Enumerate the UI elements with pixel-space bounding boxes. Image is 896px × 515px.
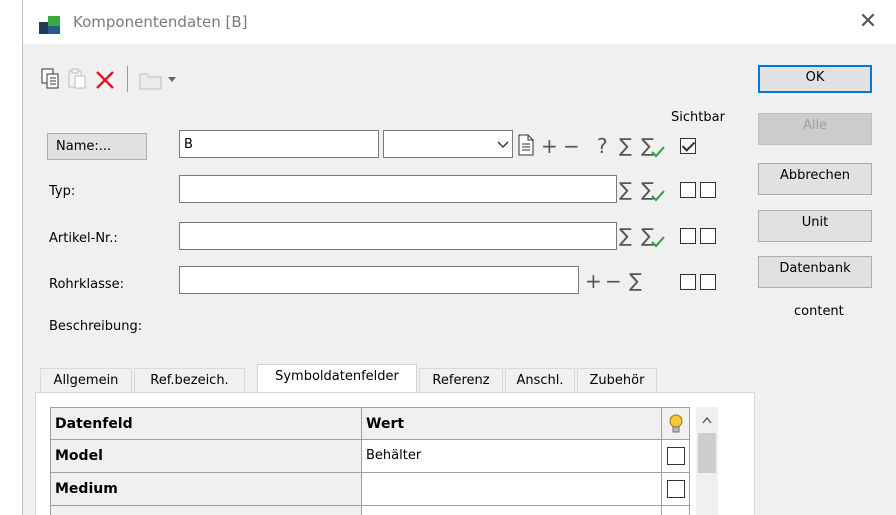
green-check-icon xyxy=(651,236,665,248)
tab-referenz[interactable]: Referenz xyxy=(419,368,503,394)
typ-input[interactable] xyxy=(179,175,617,203)
ok-button[interactable]: OK xyxy=(758,65,872,93)
table-row-check-cell xyxy=(662,440,690,473)
row-checkbox[interactable] xyxy=(667,480,685,498)
datenbank-button[interactable]: Datenbank xyxy=(758,256,872,288)
document-icon[interactable] xyxy=(517,134,535,156)
rohrklasse-label: Rohrklasse: xyxy=(49,277,125,292)
name-combo[interactable] xyxy=(383,130,513,158)
tab-zubehoer[interactable]: Zubehör xyxy=(577,368,657,394)
table-row-value[interactable] xyxy=(362,506,662,515)
app-logo-icon xyxy=(39,16,60,34)
name-button[interactable]: Name:... xyxy=(47,133,147,160)
chevron-down-icon[interactable] xyxy=(497,141,509,149)
tab-anschl[interactable]: Anschl. xyxy=(505,368,575,394)
sigma-icon[interactable]: ∑ xyxy=(619,226,632,246)
typ-label: Typ: xyxy=(49,184,76,199)
table-row-value[interactable] xyxy=(362,473,662,506)
name-input[interactable]: B xyxy=(179,130,379,158)
dialog-window: Komponentendaten [B] ✕ OK Alle Abbrechen… xyxy=(22,0,896,515)
rohrklasse-input[interactable] xyxy=(179,266,579,294)
green-check-icon xyxy=(651,146,665,158)
rohrklasse-extra-checkbox[interactable] xyxy=(700,274,716,290)
toolbar-separator xyxy=(127,66,128,92)
table-row-check-cell xyxy=(662,506,690,515)
lightbulb-icon xyxy=(669,414,683,433)
minus-icon[interactable]: − xyxy=(563,136,580,156)
abbrechen-button[interactable]: Abbrechen xyxy=(758,163,872,195)
table-row-field: Medium xyxy=(50,473,362,506)
tab-allgemein[interactable]: Allgemein xyxy=(40,368,132,394)
artikel-sichtbar-checkbox[interactable] xyxy=(680,228,696,244)
minus-icon[interactable]: − xyxy=(605,271,622,291)
delete-icon[interactable] xyxy=(95,70,115,90)
artikel-extra-checkbox[interactable] xyxy=(700,228,716,244)
tab-symboldatenfelder[interactable]: Symboldatenfelder xyxy=(257,364,417,394)
sigma-icon[interactable]: ∑ xyxy=(619,136,632,156)
table-row-value[interactable]: Behälter xyxy=(362,440,662,473)
beschreibung-label: Beschreibung: xyxy=(49,319,143,334)
tab-ref-bezeich[interactable]: Ref.bezeich. xyxy=(134,368,245,394)
content-label: content xyxy=(794,304,844,319)
chevron-down-icon[interactable] xyxy=(167,76,177,84)
table-row-check-cell xyxy=(662,473,690,506)
column-header-datenfeld[interactable]: Datenfeld xyxy=(50,407,362,440)
sichtbar-label: Sichtbar xyxy=(671,110,725,125)
paste-icon xyxy=(68,68,86,89)
column-header-light xyxy=(662,407,690,440)
table-row-field xyxy=(50,506,362,515)
unit-button[interactable]: Unit xyxy=(758,210,872,242)
plus-icon[interactable]: + xyxy=(541,136,558,156)
green-check-icon xyxy=(651,190,665,202)
sigma-icon[interactable]: ∑ xyxy=(629,271,642,291)
alle-button: Alle xyxy=(758,113,872,145)
chevron-up-icon[interactable] xyxy=(702,417,712,424)
tab-panel: Datenfeld Wert Model Behälter Medium xyxy=(35,392,755,515)
sigma-icon[interactable]: ∑ xyxy=(619,180,632,200)
name-sichtbar-checkbox[interactable] xyxy=(680,138,696,154)
artikel-label: Artikel-Nr.: xyxy=(49,231,118,246)
artikel-input[interactable] xyxy=(179,222,617,250)
close-icon[interactable]: ✕ xyxy=(856,10,880,34)
vertical-scrollbar[interactable] xyxy=(696,407,718,515)
scrollbar-thumb[interactable] xyxy=(698,433,716,473)
column-header-wert[interactable]: Wert xyxy=(362,407,662,440)
row-checkbox[interactable] xyxy=(667,447,685,465)
copy-icon[interactable] xyxy=(41,68,61,90)
folder-icon xyxy=(139,73,162,90)
rohrklasse-sichtbar-checkbox[interactable] xyxy=(680,274,696,290)
plus-icon[interactable]: + xyxy=(585,271,602,291)
question-icon[interactable]: ? xyxy=(597,136,608,156)
table-row-field: Model xyxy=(50,440,362,473)
title-bar[interactable]: Komponentendaten [B] ✕ xyxy=(23,0,896,44)
window-title: Komponentendaten [B] xyxy=(73,13,248,31)
typ-extra-checkbox[interactable] xyxy=(700,182,716,198)
typ-sichtbar-checkbox[interactable] xyxy=(680,182,696,198)
